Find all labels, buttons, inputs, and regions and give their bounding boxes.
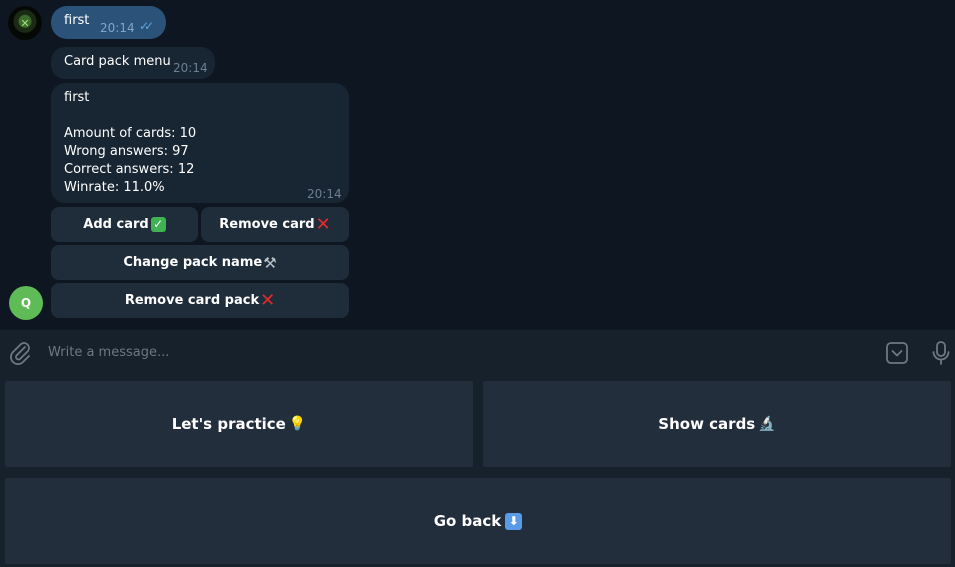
- remove-card-pack-button[interactable]: Remove card pack ✕: [51, 283, 349, 318]
- message-time: 20:14: [173, 61, 208, 75]
- button-label: Remove card: [219, 217, 315, 232]
- message-text: first: [64, 13, 90, 28]
- pack-title: first: [64, 90, 90, 105]
- show-cards-button[interactable]: Show cards 🔬: [483, 381, 951, 467]
- message-composer: Write a message...: [0, 329, 955, 376]
- microscope-icon: 🔬: [758, 416, 776, 432]
- message-time: 20:14: [100, 21, 135, 35]
- microphone-icon[interactable]: [930, 340, 952, 366]
- button-label: Go back: [433, 512, 502, 530]
- amount-of-cards: Amount of cards: 10: [64, 126, 197, 141]
- add-card-button[interactable]: Add card ✓: [51, 207, 198, 242]
- down-arrow-icon: ⬇: [505, 512, 523, 530]
- wrong-answers: Wrong answers: 97: [64, 144, 189, 159]
- cross-mark-icon: ✕: [260, 290, 276, 311]
- button-label: Let's practice: [171, 415, 286, 433]
- remove-card-button[interactable]: Remove card ✕: [201, 207, 349, 242]
- message-time: 20:14: [307, 187, 342, 201]
- check-mark-icon: ✓: [150, 217, 166, 232]
- go-back-button[interactable]: Go back ⬇: [5, 478, 951, 564]
- double-check-icon: ✓✓: [139, 19, 154, 33]
- hammer-wrench-icon: ⚒: [263, 253, 277, 272]
- button-label: Change pack name: [123, 255, 263, 270]
- button-label: Add card: [83, 217, 149, 232]
- paperclip-icon[interactable]: [9, 341, 31, 365]
- lets-practice-button[interactable]: Let's practice 💡: [5, 381, 473, 467]
- light-bulb-icon: 💡: [288, 416, 307, 432]
- chat-area: ✕ first 20:14 ✓✓ Card pack menu 20:14 fi…: [0, 0, 955, 329]
- correct-answers: Correct answers: 12: [64, 162, 195, 177]
- avatar-glyph-icon: ✕: [20, 16, 30, 30]
- outgoing-message[interactable]: first 20:14 ✓✓: [51, 6, 166, 39]
- message-text: Card pack menu: [64, 54, 171, 69]
- change-pack-name-button[interactable]: Change pack name ⚒: [51, 245, 349, 280]
- cross-mark-icon: ✕: [315, 214, 331, 235]
- user-avatar[interactable]: ✕: [8, 6, 42, 40]
- incoming-message-menu[interactable]: Card pack menu 20:14: [51, 47, 215, 79]
- reply-keyboard: Let's practice 💡 Show cards 🔬 Go back ⬇: [0, 376, 955, 567]
- button-label: Show cards: [658, 415, 756, 433]
- bot-keyboard-icon[interactable]: [884, 341, 910, 365]
- winrate: Winrate: 11.0%: [64, 180, 165, 195]
- button-label: Remove card pack: [124, 293, 260, 308]
- bot-avatar[interactable]: Q: [9, 286, 43, 320]
- message-input[interactable]: Write a message...: [48, 345, 169, 360]
- incoming-message-pack-info[interactable]: first Amount of cards: 10 Wrong answers:…: [51, 83, 349, 203]
